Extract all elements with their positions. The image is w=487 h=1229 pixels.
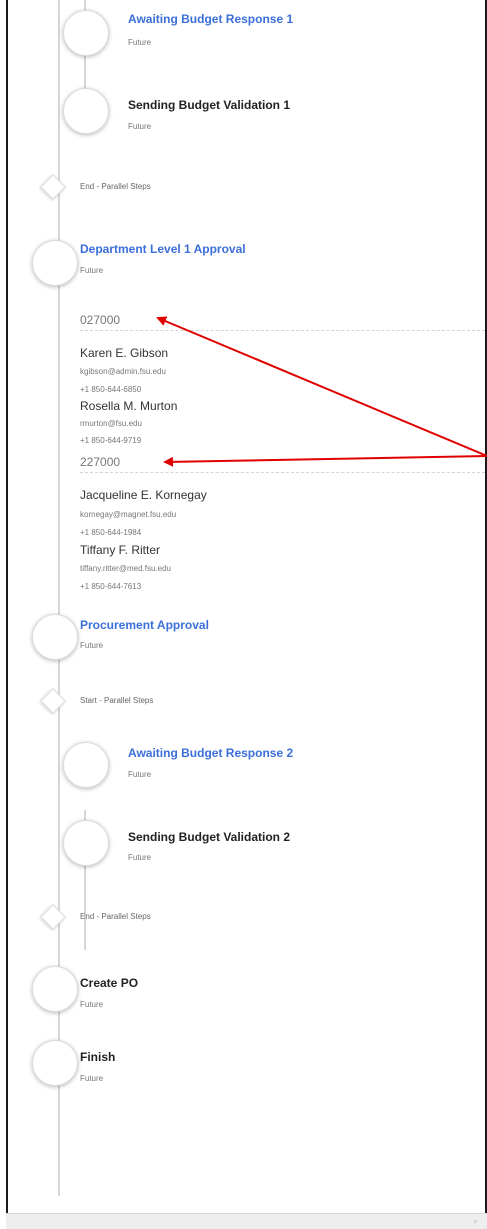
parallel-start-label: Start - Parallel Steps [80, 696, 154, 705]
step-title-awaiting-budget-2[interactable]: Awaiting Budget Response 2 [128, 746, 293, 760]
step-circle [32, 614, 78, 660]
group-divider [80, 472, 485, 473]
step-status: Future [80, 641, 104, 650]
step-status: Future [128, 853, 152, 862]
approver-email[interactable]: rmurton@fsu.edu [80, 419, 142, 428]
scroll-indicator-icon: ◦ [473, 1216, 477, 1226]
approver-name: Karen E. Gibson [80, 346, 169, 360]
step-circle [63, 742, 109, 788]
step-circle [63, 10, 109, 56]
approver-name: Jacqueline E. Kornegay [80, 488, 207, 502]
step-status: Future [128, 38, 152, 47]
step-title-sending-validation-1: Sending Budget Validation 1 [128, 98, 291, 112]
step-title-awaiting-budget-1[interactable]: Awaiting Budget Response 1 [128, 12, 293, 26]
workflow-panel: Awaiting Budget Response 1 Future Sendin… [6, 0, 487, 1213]
group-divider [80, 330, 485, 331]
approver-group-code: 227000 [80, 455, 121, 469]
step-circle [63, 88, 109, 134]
parallel-end-label: End - Parallel Steps [80, 912, 151, 921]
step-title-department-approval[interactable]: Department Level 1 Approval [80, 242, 246, 256]
step-title-sending-validation-2: Sending Budget Validation 2 [128, 830, 291, 844]
parallel-end-marker [40, 904, 66, 930]
step-circle [32, 1040, 78, 1086]
step-title-procurement-approval[interactable]: Procurement Approval [80, 618, 209, 632]
step-status: Future [80, 1074, 104, 1083]
step-status: Future [80, 1000, 104, 1009]
parallel-end-label: End - Parallel Steps [80, 182, 151, 191]
approver-email[interactable]: kgibson@admin.fsu.edu [80, 367, 166, 376]
step-status: Future [80, 266, 104, 275]
step-status: Future [128, 122, 152, 131]
horizontal-scrollbar[interactable]: ◦ [6, 1213, 487, 1229]
step-circle [32, 966, 78, 1012]
approver-email[interactable]: kornegay@magnet.fsu.edu [80, 510, 176, 519]
step-circle [32, 240, 78, 286]
step-status: Future [128, 770, 152, 779]
approver-phone: +1 850-644-9719 [80, 436, 142, 445]
approver-name: Tiffany F. Ritter [80, 543, 161, 557]
step-circle [63, 820, 109, 866]
approver-phone: +1 850-644-6850 [80, 385, 142, 394]
step-title-create-po: Create PO [80, 976, 139, 990]
parallel-end-marker [40, 174, 66, 200]
approver-email[interactable]: tiffany.ritter@med.fsu.edu [80, 564, 171, 573]
approver-phone: +1 850-644-1984 [80, 528, 142, 537]
approver-phone: +1 850-644-7613 [80, 582, 142, 591]
approver-group-code: 027000 [80, 313, 121, 327]
approver-name: Rosella M. Murton [80, 399, 178, 413]
step-title-finish: Finish [80, 1050, 116, 1064]
parallel-start-marker [40, 688, 66, 714]
